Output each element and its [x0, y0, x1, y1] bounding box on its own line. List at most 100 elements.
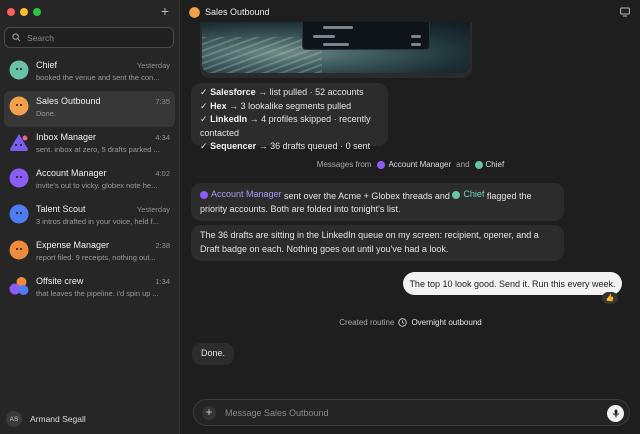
conversation-preview: sent. inbox at zero, 5 drafts parked ...	[36, 145, 160, 154]
avatar	[377, 160, 386, 169]
search-input[interactable]: Search	[4, 27, 174, 48]
avatar	[9, 96, 29, 116]
avatar: AS	[6, 411, 22, 427]
conversation-name: Expense Manager	[36, 240, 110, 250]
conversation-time: 7:35	[155, 97, 170, 106]
message-composer: +	[193, 399, 630, 426]
messages-from-divider: Messages from Account Manager and Chief	[181, 160, 640, 169]
mention-name: Account Manager	[211, 189, 282, 199]
check-icon: ✓	[200, 87, 208, 97]
conversation-time: 2:38	[155, 241, 170, 250]
summary-line: ✓ LinkedIn → 4 profiles skipped · recent…	[200, 113, 379, 140]
check-icon: ✓	[200, 141, 208, 151]
chat-pane: Sales Outbound ✓ Salesforce → list pulle…	[181, 0, 640, 434]
avatar	[189, 6, 200, 18]
zoom-window-button[interactable]	[33, 8, 41, 16]
agent-message: Done.	[192, 343, 234, 365]
check-icon: ✓	[200, 114, 208, 124]
panel-row	[411, 35, 421, 38]
conversation-time: 4:02	[155, 169, 170, 178]
avatar	[10, 134, 28, 151]
avatar	[200, 190, 208, 199]
group-avatar	[9, 277, 29, 295]
conversation-preview: that leaves the pipeline. i'd spin up ..…	[36, 289, 159, 298]
avatar	[9, 168, 29, 188]
routine-prefix: Created routine	[339, 318, 395, 327]
conversation-chief[interactable]: Chief Yesterday booked the venue and sen…	[4, 55, 175, 91]
avatar	[9, 240, 29, 260]
divider-prefix: Messages from	[316, 160, 372, 169]
window-controls	[7, 8, 41, 16]
routine-created-notice: Created routine Overnight outbound	[181, 318, 640, 327]
summary-source: Hex	[210, 100, 227, 111]
conversation-sales-outbound[interactable]: Sales Outbound 7:35 Done.	[4, 91, 175, 127]
conversation-offsite-crew[interactable]: Offsite crew 1:34 that leaves the pipeli…	[4, 271, 175, 307]
search-icon	[12, 33, 21, 42]
conversation-name: Talent Scout	[36, 204, 86, 214]
conversation-list: Chief Yesterday booked the venue and sen…	[4, 55, 175, 307]
panel-row	[411, 43, 421, 46]
conversation-preview: 3 intros drafted in your voice, held f..…	[36, 217, 159, 226]
add-attachment-button[interactable]: +	[202, 405, 216, 420]
mention[interactable]: Account Manager	[200, 188, 282, 202]
conversation-preview: booked the venue and sent the con...	[36, 73, 160, 82]
conversation-time: 1:34	[155, 277, 170, 286]
conversation-talent-scout[interactable]: Talent Scout Yesterday 3 intros drafted …	[4, 199, 175, 235]
summary-source: Salesforce	[210, 87, 256, 97]
conversation-name: Account Manager	[36, 168, 107, 178]
microphone-icon	[612, 409, 619, 418]
agent-name[interactable]: Account Manager	[388, 160, 451, 169]
conversation-time: Yesterday	[136, 61, 170, 70]
avatar	[452, 190, 461, 199]
panel-row	[323, 43, 349, 46]
summary-message: ✓ Salesforce → list pulled · 52 accounts…	[191, 83, 388, 151]
avatar	[474, 160, 483, 169]
agent-message: Account Manager sent over the Acme + Glo…	[191, 183, 564, 221]
conversation-name: Offsite crew	[36, 276, 84, 286]
conversation-account-manager[interactable]: Account Manager 4:02 invite's out to vic…	[4, 163, 175, 199]
conversation-name: Sales Outbound	[36, 96, 101, 106]
user-message: The top 10 look good. Send it. Run this …	[403, 272, 622, 295]
close-window-button[interactable]	[7, 8, 15, 16]
conversation-inbox-manager[interactable]: Inbox Manager 4:34 sent. inbox at zero, …	[4, 127, 175, 163]
message-text: sent over the Acme + Globex threads and	[281, 190, 453, 201]
summary-source: LinkedIn	[210, 114, 248, 124]
agent-name[interactable]: Chief	[486, 160, 505, 169]
panel-row	[323, 26, 353, 29]
screenshot-attachment[interactable]	[200, 22, 472, 78]
mention[interactable]: Chief	[452, 188, 484, 202]
minimize-window-button[interactable]	[20, 8, 28, 16]
panel-row	[313, 35, 335, 38]
conversation-preview: report filed. 9 receipts, nothing out...	[36, 253, 156, 262]
chat-header: Sales Outbound	[181, 0, 640, 24]
sidebar: + Search Chief Yesterday booked the venu…	[0, 0, 180, 434]
divider-joiner: and	[456, 160, 470, 169]
screenshot-panel	[302, 22, 430, 50]
search-placeholder: Search	[27, 32, 54, 43]
summary-detail: → 3 lookalike segments pulled	[226, 100, 352, 111]
summary-line: ✓ Salesforce → list pulled · 52 accounts	[200, 86, 379, 100]
conversation-name: Inbox Manager	[36, 132, 97, 142]
avatar	[9, 204, 29, 224]
monitor-icon[interactable]	[620, 7, 630, 17]
agent-message: The 36 drafts are sitting in the LinkedI…	[191, 225, 564, 261]
thumbs-up-reaction[interactable]: 👍	[602, 292, 618, 304]
conversation-expense-manager[interactable]: Expense Manager 2:38 report filed. 9 rec…	[4, 235, 175, 271]
summary-line: ✓ Sequencer → 36 drafts queued · 0 sent	[200, 140, 379, 154]
conversation-time: Yesterday	[136, 205, 170, 214]
summary-detail: → 36 drafts queued · 0 sent	[256, 141, 371, 151]
screenshot-image	[202, 22, 470, 73]
mention-name: Chief	[463, 189, 485, 199]
check-icon: ✓	[200, 100, 208, 111]
microphone-button[interactable]	[607, 405, 624, 422]
user-profile[interactable]: AS Armand Segall	[0, 404, 180, 434]
plus-icon[interactable]: +	[161, 4, 169, 18]
summary-source: Sequencer	[210, 141, 257, 151]
user-name: Armand Segall	[30, 414, 86, 424]
conversation-name: Chief	[36, 60, 58, 70]
summary-detail: → list pulled · 52 accounts	[255, 87, 364, 97]
chat-title: Sales Outbound	[205, 7, 270, 17]
routine-name[interactable]: Overnight outbound	[411, 318, 481, 327]
message-input[interactable]	[225, 407, 585, 418]
conversation-preview: Done.	[36, 109, 57, 118]
